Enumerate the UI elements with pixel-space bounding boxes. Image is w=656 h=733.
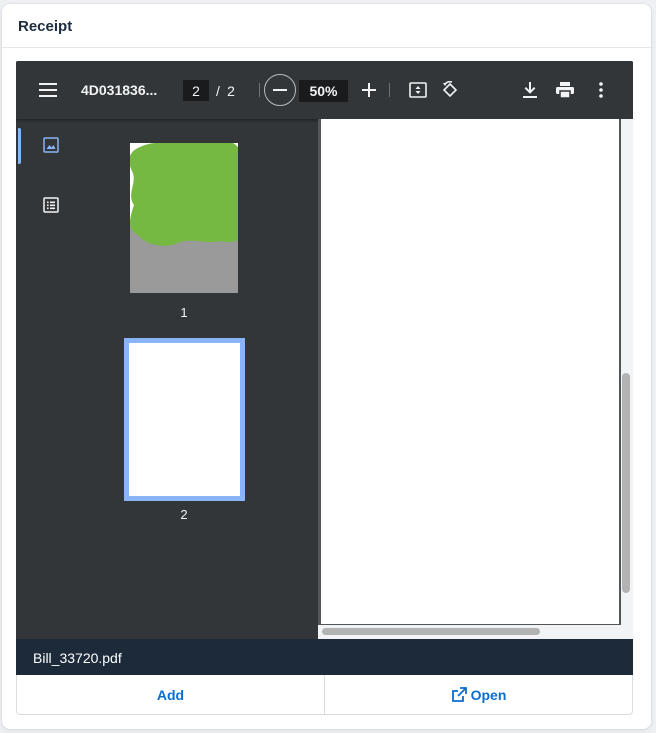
more-vert-icon[interactable] [589, 78, 613, 102]
zoom-in-button[interactable] [357, 78, 381, 102]
pdf-viewer: 4D031836... 2 / 2 50% 1 2 [16, 61, 633, 639]
sidebar-selection-indicator [18, 128, 21, 164]
thumbnail-label-2: 2 [180, 507, 188, 522]
rotate-icon[interactable] [438, 78, 462, 102]
minus-icon [273, 89, 287, 91]
redaction-scribble [130, 143, 238, 246]
page-total: 2 [227, 82, 235, 99]
viewer-sidebar [16, 119, 86, 639]
toolbar-divider [389, 83, 390, 97]
page-canvas-area [318, 119, 633, 639]
file-name: Bill_33720.pdf [33, 650, 122, 666]
panel-title: Receipt [2, 4, 651, 48]
pdf-page [321, 119, 619, 624]
external-link-icon [451, 686, 467, 702]
list-icon[interactable] [40, 194, 62, 216]
zoom-input[interactable]: 50% [299, 80, 348, 102]
open-label: Open [470, 686, 507, 703]
file-name-bar: Bill_33720.pdf [16, 639, 633, 675]
open-button[interactable]: Open [324, 675, 632, 714]
horizontal-scrollbar-thumb[interactable] [322, 628, 540, 635]
fit-page-icon[interactable] [406, 78, 430, 102]
page-thumbnail-1[interactable] [130, 143, 238, 293]
plus-icon [362, 83, 376, 97]
action-bar: Add Open [16, 675, 633, 715]
vertical-scrollbar-thumb[interactable] [622, 373, 630, 593]
add-label: Add [156, 686, 185, 703]
download-icon[interactable] [518, 78, 542, 102]
zoom-out-button[interactable] [264, 74, 296, 106]
image-icon[interactable] [40, 134, 62, 156]
page-thumbnail-2[interactable] [124, 338, 245, 501]
thumbnail-label-1: 1 [180, 305, 188, 320]
viewer-toolbar: 4D031836... 2 / 2 50% [16, 61, 633, 119]
print-icon[interactable] [553, 78, 577, 102]
page-number-input[interactable]: 2 [183, 80, 209, 101]
menu-icon[interactable] [36, 78, 60, 102]
add-button[interactable]: Add [17, 675, 324, 714]
document-title: 4D031836... [81, 82, 158, 98]
toolbar-divider [259, 83, 260, 97]
